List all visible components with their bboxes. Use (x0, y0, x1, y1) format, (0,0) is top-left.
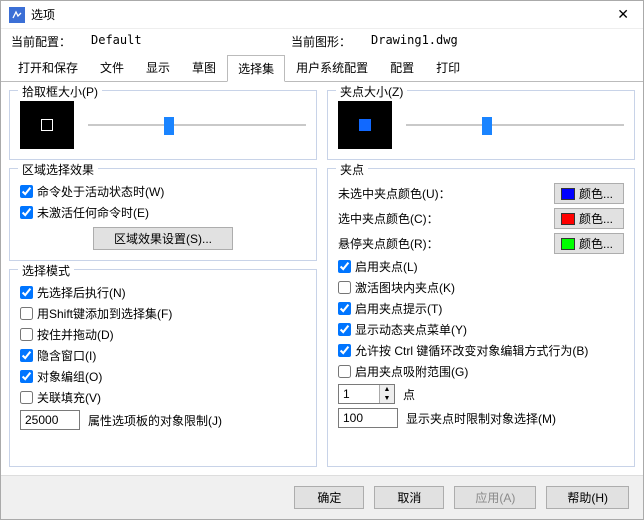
apply-button[interactable]: 应用(A) (454, 486, 536, 509)
close-icon[interactable]: ✕ (611, 6, 635, 23)
grip-spin-unit: 点 (403, 386, 415, 403)
grips-legend: 夹点 (336, 161, 368, 178)
grip-hover-color-button[interactable]: 颜色... (554, 233, 624, 254)
tabs: 打开和保存 文件 显示 草图 选择集 用户系统配置 配置 打印 (1, 54, 643, 82)
region-settings-button[interactable]: 区域效果设置(S)... (93, 227, 233, 250)
window-title: 选项 (31, 6, 611, 23)
grip-selected-color-button[interactable]: 颜色... (554, 208, 624, 229)
chk-preexec[interactable]: 先选择后执行(N) (20, 284, 306, 301)
region-legend: 区域选择效果 (18, 161, 98, 178)
tab-file[interactable]: 文件 (89, 54, 135, 81)
gripsize-preview (338, 101, 392, 149)
tab-content: 拾取框大小(P) 区域选择效果 命令处于活动状态时(W) 未激活任何命令时(E)… (1, 82, 643, 475)
chk-objgroup[interactable]: 对象编组(O) (20, 368, 306, 385)
grip-selected-label: 选中夹点颜色(C)： (338, 210, 546, 227)
grip-limit-label: 显示夹点时限制对象选择(M) (406, 410, 556, 427)
right-column: 夹点大小(Z) 夹点 未选中夹点颜色(U)： 颜色... 选中夹点颜色(C)： … (327, 90, 635, 467)
group-gripsize: 夹点大小(Z) (327, 90, 635, 160)
grip-unselected-color-button[interactable]: 颜色... (554, 183, 624, 204)
left-column: 拾取框大小(P) 区域选择效果 命令处于活动状态时(W) 未激活任何命令时(E)… (9, 90, 317, 467)
selectmode-legend: 选择模式 (18, 262, 74, 279)
pickbox-preview (20, 101, 74, 149)
group-grips: 夹点 未选中夹点颜色(U)： 颜色... 选中夹点颜色(C)： 颜色... 悬停… (327, 168, 635, 467)
tab-profile[interactable]: 配置 (379, 54, 425, 81)
selectmode-limit-input[interactable] (20, 410, 80, 430)
chk-hatch[interactable]: 关联填充(V) (20, 389, 306, 406)
pickbox-legend: 拾取框大小(P) (18, 83, 102, 100)
tab-selection[interactable]: 选择集 (227, 55, 285, 82)
chk-grip-dynmenu[interactable]: 显示动态夹点菜单(Y) (338, 321, 624, 338)
app-icon (9, 7, 25, 23)
chk-shift[interactable]: 用Shift键添加到选择集(F) (20, 305, 306, 322)
help-button[interactable]: 帮助(H) (546, 486, 629, 509)
config-label: 当前配置： (11, 33, 91, 50)
gripsize-slider[interactable] (406, 115, 624, 135)
options-dialog: 选项 ✕ 当前配置： Default 当前图形： Drawing1.dwg 打开… (0, 0, 644, 520)
grip-limit-input[interactable] (338, 408, 398, 428)
drawing-label: 当前图形： (291, 33, 371, 50)
drawing-value: Drawing1.dwg (371, 33, 571, 50)
chk-grip-ctrlcycle[interactable]: 允许按 Ctrl 键循环改变对象编辑方式行为(B) (338, 342, 624, 359)
chk-grip-snaprange[interactable]: 启用夹点吸附范围(G) (338, 363, 624, 380)
selectmode-limit-label: 属性选项板的对象限制(J) (88, 412, 222, 429)
tab-print[interactable]: 打印 (425, 54, 471, 81)
chk-grip-blocks[interactable]: 激活图块内夹点(K) (338, 279, 624, 296)
grip-snap-spin[interactable]: ▲▼ (338, 384, 395, 404)
ok-button[interactable]: 确定 (294, 486, 364, 509)
tab-display[interactable]: 显示 (135, 54, 181, 81)
grip-unselected-label: 未选中夹点颜色(U)： (338, 185, 546, 202)
config-value: Default (91, 33, 291, 50)
chk-pressdrag[interactable]: 按住并拖动(D) (20, 326, 306, 343)
cancel-button[interactable]: 取消 (374, 486, 444, 509)
chk-region-active[interactable]: 命令处于活动状态时(W) (20, 183, 306, 200)
chk-implied[interactable]: 隐含窗口(I) (20, 347, 306, 364)
grip-hover-label: 悬停夹点颜色(R)： (338, 235, 546, 252)
tab-user[interactable]: 用户系统配置 (285, 54, 379, 81)
gripsize-legend: 夹点大小(Z) (336, 83, 407, 100)
chk-grip-tips[interactable]: 启用夹点提示(T) (338, 300, 624, 317)
group-region: 区域选择效果 命令处于活动状态时(W) 未激活任何命令时(E) 区域效果设置(S… (9, 168, 317, 261)
chk-grip-enable[interactable]: 启用夹点(L) (338, 258, 624, 275)
spin-up-icon[interactable]: ▲ (380, 385, 394, 394)
tab-draft[interactable]: 草图 (181, 54, 227, 81)
tab-open-save[interactable]: 打开和保存 (7, 54, 89, 81)
info-row: 当前配置： Default 当前图形： Drawing1.dwg (1, 29, 643, 54)
group-selectmode: 选择模式 先选择后执行(N) 用Shift键添加到选择集(F) 按住并拖动(D)… (9, 269, 317, 467)
titlebar: 选项 ✕ (1, 1, 643, 29)
chk-region-inactive[interactable]: 未激活任何命令时(E) (20, 204, 306, 221)
pickbox-slider[interactable] (88, 115, 306, 135)
footer: 确定 取消 应用(A) 帮助(H) (1, 475, 643, 519)
group-pickbox: 拾取框大小(P) (9, 90, 317, 160)
spin-down-icon[interactable]: ▼ (380, 394, 394, 403)
